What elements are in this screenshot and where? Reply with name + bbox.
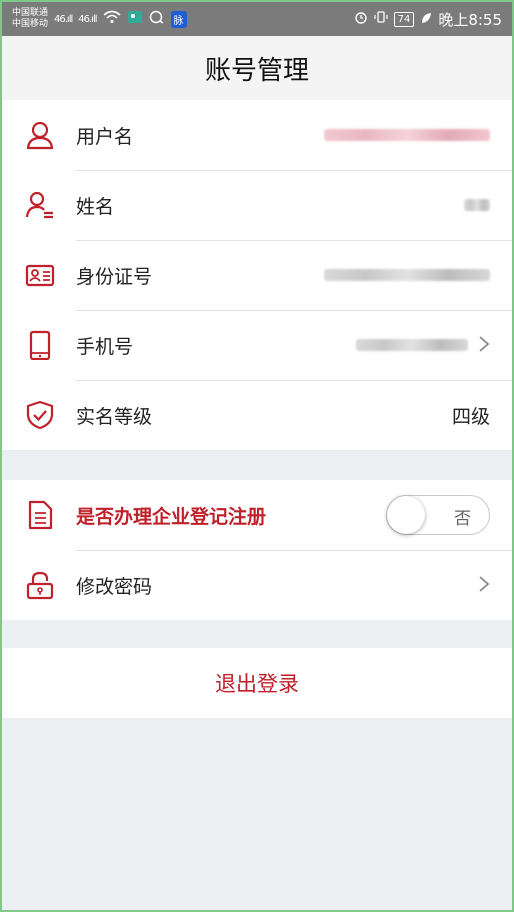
name-label: 姓名 [76,195,115,218]
row-change-password[interactable]: 修改密码 [2,550,512,620]
id-number-value [324,269,490,281]
carrier-info: 中国联通 中国移动 [12,8,48,30]
phone-icon [24,329,56,361]
carrier-2: 中国移动 [12,19,49,29]
status-right: 74 晚上8:55 [354,9,502,30]
change-password-value [468,573,490,597]
alarm-icon [354,10,368,28]
status-bar: 中国联通 中国移动 46.ıll 46.ıll 脉 74 晚上8:55 [2,2,512,36]
image-icon [127,10,143,28]
row-username: 用户名 [2,100,512,170]
row-id-number: 身份证号 [2,240,512,310]
name-blurred [464,199,490,211]
lock-icon [24,569,56,601]
chevron-right-icon [478,333,490,357]
username-blurred [324,129,490,141]
app-frame: 中国联通 中国移动 46.ıll 46.ıll 脉 74 晚上8:55 账号管理… [0,0,514,912]
username-value [324,129,490,141]
carrier-1: 中国联通 [12,8,49,18]
settings-list: 是否办理企业登记注册 否 修改密码 [2,480,512,620]
user-icon [24,119,56,151]
account-info-list: 用户名 姓名 身份证号 手机号 实名等级 四级 [2,100,512,450]
clock-time: 晚上8:55 [438,10,502,29]
toggle-state-text: 否 [454,509,471,529]
signal-2: 46.ıll [78,13,97,25]
business-registration-label: 是否办理企业登记注册 [76,505,267,528]
row-business-registration: 是否办理企业登记注册 否 [2,480,512,550]
id-number-label: 身份证号 [76,265,153,288]
leaf-icon [420,10,432,28]
phone-blurred [356,339,468,351]
phone-value [356,333,490,357]
row-verification-level: 实名等级 四级 [2,380,512,450]
logout-button[interactable]: 退出登录 [2,648,512,718]
row-name: 姓名 [2,170,512,240]
verification-level-label: 实名等级 [76,405,153,428]
chat-icon [149,10,165,28]
business-registration-toggle[interactable]: 否 [386,495,490,535]
logout-label: 退出登录 [215,672,299,696]
phone-label: 手机号 [76,335,134,358]
change-password-label: 修改密码 [76,575,153,598]
vibrate-icon [373,10,388,28]
shield-check-icon [24,399,56,431]
battery-level: 74 [393,11,415,27]
wifi-icon [102,10,121,28]
document-icon [24,499,56,531]
app-badge: 脉 [170,10,187,28]
toggle-knob [387,496,425,534]
page-header: 账号管理 [2,36,512,100]
page-title: 账号管理 [204,55,309,86]
chevron-right-icon [478,573,490,597]
id-number-blurred [324,269,490,281]
id-card-icon [24,259,56,291]
verification-level-value: 四级 [451,405,490,428]
row-phone[interactable]: 手机号 [2,310,512,380]
signal-1: 46.ıll [54,13,73,25]
name-value [464,199,490,211]
username-label: 用户名 [76,125,134,148]
contact-icon [24,189,56,221]
